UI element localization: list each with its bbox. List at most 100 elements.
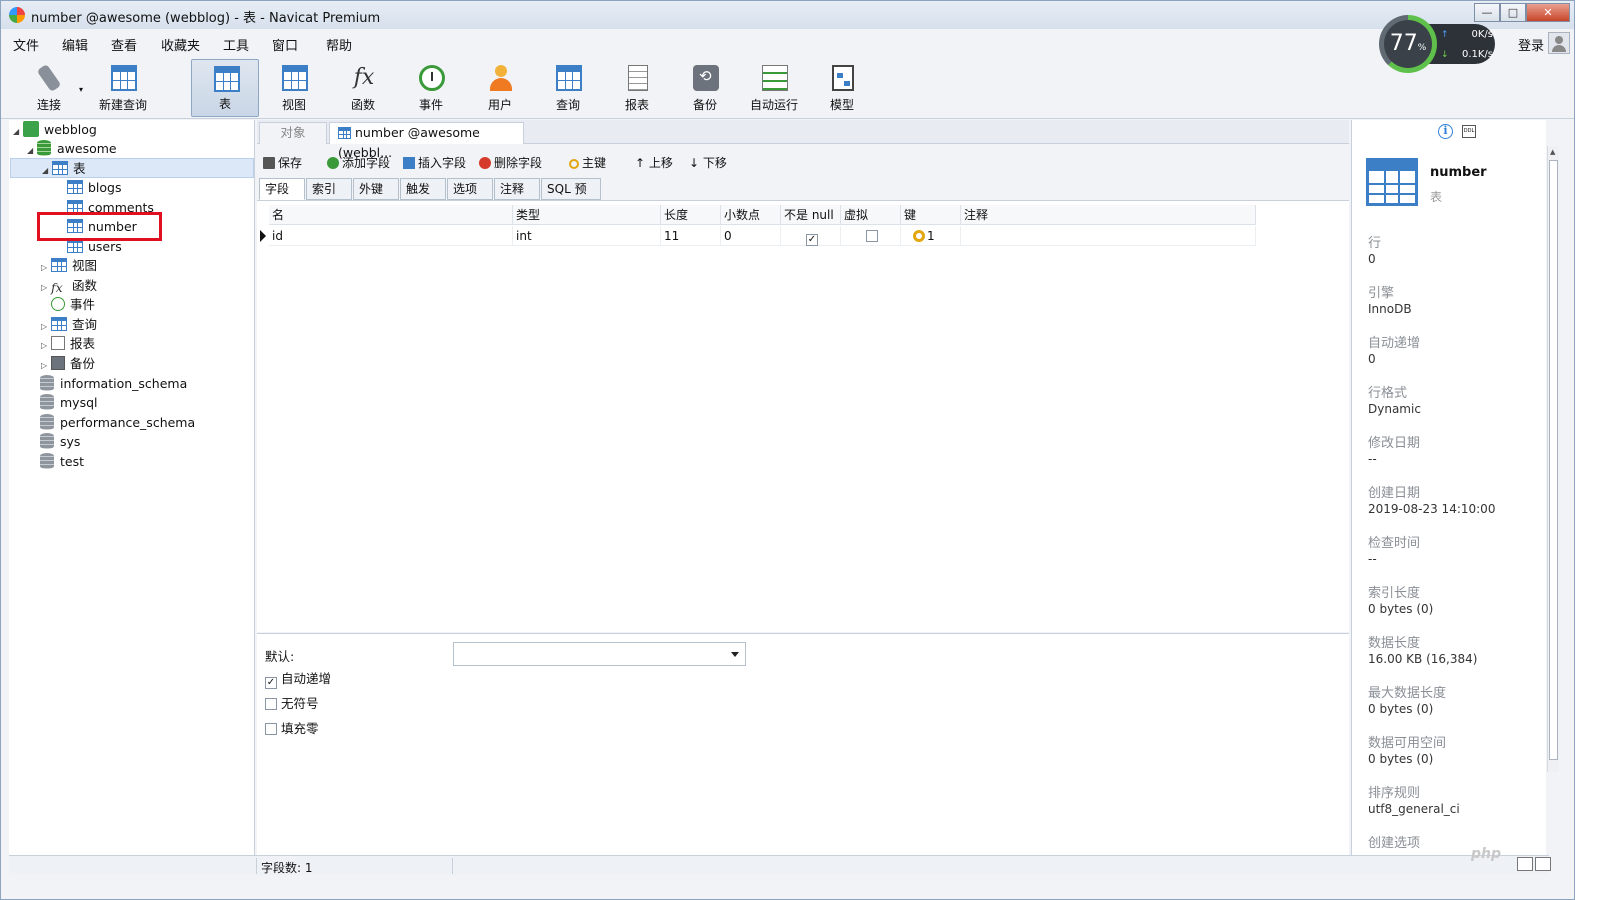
cell-key[interactable]: 1 <box>901 226 961 246</box>
column-header-type[interactable]: 类型 <box>513 205 661 225</box>
expand-arrow-icon[interactable]: ▷ <box>41 356 51 376</box>
column-header-length[interactable]: 长度 <box>661 205 721 225</box>
tree-functions-node[interactable]: ▷ fx 函数 <box>41 276 97 296</box>
collapse-arrow-icon[interactable]: ◢ <box>42 161 52 181</box>
tree-label: webblog <box>44 122 97 137</box>
menu-help[interactable]: 帮助 <box>326 35 352 54</box>
column-header-virtual[interactable]: 虚拟 <box>841 205 901 225</box>
toolbar-model-button[interactable]: 模型 <box>808 59 876 117</box>
tree-tables-node[interactable]: ◢ 表 <box>10 158 254 178</box>
login-link[interactable]: 登录 <box>1518 35 1544 54</box>
tree-queries-node[interactable]: ▷ 查询 <box>41 315 97 335</box>
cell-field-type[interactable]: int <box>513 226 661 246</box>
tree-database-awesome[interactable]: ◢ awesome <box>27 139 117 159</box>
default-value-dropdown[interactable] <box>453 642 746 666</box>
info-panel-scrollbar[interactable]: ▲ <box>1547 146 1559 772</box>
close-button[interactable]: ✕ <box>1526 3 1570 22</box>
tree-backups-node[interactable]: ▷ 备份 <box>41 354 95 374</box>
tree-views-node[interactable]: ▷ 视图 <box>41 256 97 276</box>
database-icon <box>37 140 51 156</box>
toolbar-event-button[interactable]: 事件 <box>397 59 465 117</box>
tree-table-blogs[interactable]: blogs <box>67 178 122 198</box>
toolbar-table-button[interactable]: 表 <box>191 59 259 117</box>
subtab-triggers[interactable]: 触发器 <box>400 178 446 216</box>
toolbar-function-button[interactable]: fx 函数 <box>329 59 397 117</box>
zerofill-checkbox[interactable] <box>265 723 277 735</box>
info-value: 0 bytes (0) <box>1368 752 1434 766</box>
primary-key-button[interactable]: 主键 <box>569 154 606 171</box>
scrollbar-thumb[interactable] <box>1549 160 1558 760</box>
toolbar-connect-button[interactable]: 连接 <box>15 59 83 117</box>
ddl-icon[interactable]: DDL <box>1462 125 1476 138</box>
tree-database-information-schema[interactable]: information_schema <box>40 374 187 394</box>
info-icon[interactable]: i <box>1438 124 1453 139</box>
cell-field-length[interactable]: 11 <box>661 226 721 246</box>
not-null-checkbox[interactable]: ✓ <box>806 234 818 246</box>
column-header-comment[interactable]: 注释 <box>961 205 1256 225</box>
toolbar-user-button[interactable]: 用户 <box>466 59 534 117</box>
detail-view-icon[interactable] <box>1535 857 1551 871</box>
expand-arrow-icon[interactable]: ▷ <box>41 258 51 278</box>
toolbar-view-button[interactable]: 视图 <box>260 59 328 117</box>
connect-dropdown-arrow[interactable]: ▾ <box>79 85 83 94</box>
column-header-decimals[interactable]: 小数点 <box>721 205 781 225</box>
subtab-indexes[interactable]: 索引 <box>306 178 352 200</box>
maximize-button[interactable]: □ <box>1500 3 1526 22</box>
tree-database-mysql[interactable]: mysql <box>40 393 98 413</box>
subtab-options[interactable]: 选项 <box>447 178 493 200</box>
tree-database-performance-schema[interactable]: performance_schema <box>40 413 195 433</box>
menu-file[interactable]: 文件 <box>13 35 39 54</box>
insert-field-button[interactable]: 插入字段 <box>403 154 466 171</box>
tree-connection-webblog[interactable]: ◢ webblog <box>13 120 97 140</box>
subtab-comments[interactable]: 注释 <box>494 178 540 200</box>
virtual-checkbox[interactable] <box>866 230 878 242</box>
cell-not-null[interactable]: ✓ <box>781 226 841 246</box>
tree-database-sys[interactable]: sys <box>40 432 80 452</box>
toolbar-backup-button[interactable]: 备份 <box>671 59 739 117</box>
tree-database-test[interactable]: test <box>40 452 84 472</box>
cell-virtual[interactable] <box>841 226 901 246</box>
menu-edit[interactable]: 编辑 <box>62 35 88 54</box>
toolbar-new-query-button[interactable]: 新建查询 <box>89 59 157 117</box>
menu-view[interactable]: 查看 <box>111 35 137 54</box>
menu-favorites[interactable]: 收藏夹 <box>161 35 200 54</box>
info-value: Dynamic <box>1368 402 1421 416</box>
list-view-icon[interactable] <box>1517 857 1533 871</box>
auto-increment-checkbox[interactable]: ✓ <box>265 677 277 689</box>
delete-field-button[interactable]: 删除字段 <box>479 154 542 171</box>
auto-increment-option[interactable]: ✓ 自动递增 <box>265 668 331 689</box>
user-avatar-icon[interactable] <box>1548 32 1570 54</box>
subtab-fields[interactable]: 字段 <box>259 178 305 200</box>
menu-tools[interactable]: 工具 <box>223 35 249 54</box>
cell-comment[interactable] <box>961 226 1256 246</box>
save-button[interactable]: 保存 <box>263 154 302 171</box>
toolbar-schedule-button[interactable]: 自动运行 <box>740 59 808 117</box>
column-header-not-null[interactable]: 不是 null <box>781 205 841 225</box>
download-speed: 0.1K/s <box>1461 49 1493 60</box>
expand-arrow-icon[interactable]: ▷ <box>41 278 51 298</box>
column-header-key[interactable]: 键 <box>901 205 961 225</box>
toolbar-report-button[interactable]: 报表 <box>603 59 671 117</box>
add-field-button[interactable]: 添加字段 <box>327 154 390 171</box>
cell-field-name[interactable]: id <box>269 226 513 246</box>
zerofill-option[interactable]: 填充零 <box>265 718 319 737</box>
tree-events-node[interactable]: 事件 <box>51 295 95 315</box>
move-up-button[interactable]: ↑ 上移 <box>635 154 673 171</box>
subtab-sql-preview[interactable]: SQL 预览 <box>541 178 601 216</box>
move-down-button[interactable]: ↓ 下移 <box>689 154 727 171</box>
menu-window[interactable]: 窗口 <box>272 35 298 54</box>
column-header-name[interactable]: 名 <box>269 205 513 225</box>
unsigned-option[interactable]: 无符号 <box>265 693 319 712</box>
expand-arrow-icon[interactable]: ▷ <box>41 336 51 356</box>
cell-field-decimals[interactable]: 0 <box>721 226 781 246</box>
unsigned-checkbox[interactable] <box>265 698 277 710</box>
tab-number-design[interactable]: number @awesome (webbl... <box>329 122 524 160</box>
tree-reports-node[interactable]: ▷ 报表 <box>41 334 95 354</box>
toolbar-label: 报表 <box>624 98 649 112</box>
collapse-arrow-icon[interactable]: ◢ <box>13 122 23 142</box>
subtab-foreign-keys[interactable]: 外键 <box>353 178 399 200</box>
info-label: 检查时间 <box>1368 536 1421 551</box>
toolbar-query-button[interactable]: 查询 <box>534 59 602 117</box>
scroll-up-icon[interactable]: ▲ <box>1550 148 1555 156</box>
tab-objects[interactable]: 对象 <box>259 122 327 144</box>
